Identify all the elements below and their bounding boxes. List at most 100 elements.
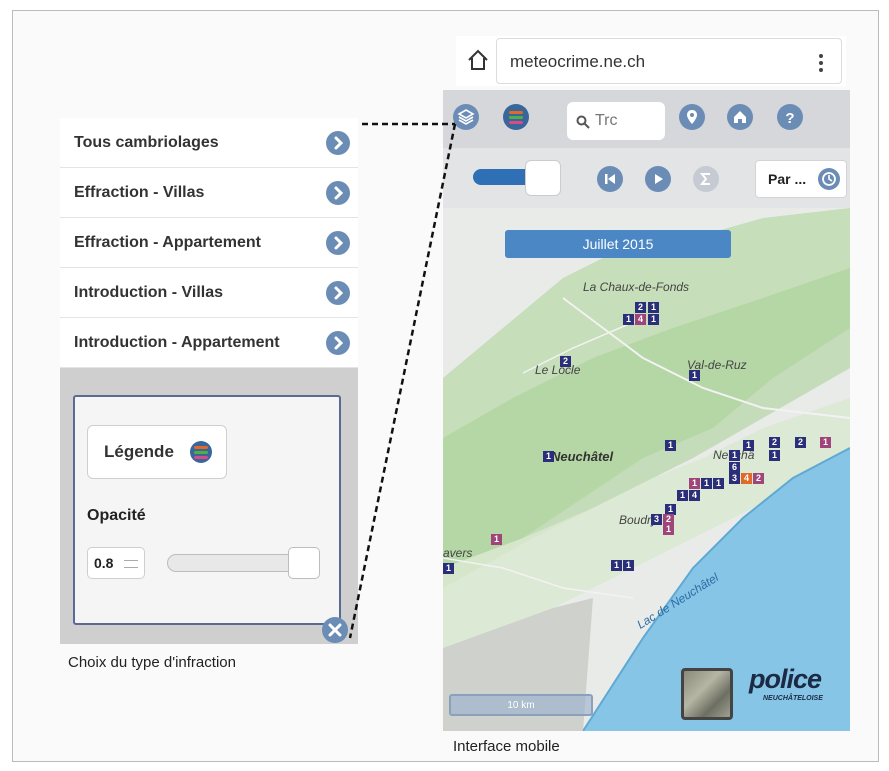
menu-item-label: Introduction - Villas (74, 283, 224, 301)
time-slider-thumb[interactable] (525, 160, 561, 196)
crime-count-marker[interactable]: 1 (623, 560, 634, 571)
crime-count-marker[interactable]: 4 (635, 314, 646, 325)
svg-text:?: ? (785, 110, 794, 127)
crime-count-marker[interactable]: 1 (491, 534, 502, 545)
caption-right: Interface mobile (453, 738, 560, 755)
crime-count-marker[interactable]: 2 (795, 437, 806, 448)
menu-item-label: Tous cambriolages (74, 133, 219, 151)
url-field[interactable]: meteocrime.ne.ch (496, 38, 842, 84)
crime-count-marker[interactable]: 1 (729, 450, 740, 461)
search-placeholder: Trc (595, 112, 618, 129)
crime-count-marker[interactable]: 6 (729, 462, 740, 473)
sum-button[interactable] (693, 166, 719, 192)
logo-text: police (749, 664, 822, 694)
chevron-right-icon[interactable] (326, 131, 350, 155)
close-button[interactable] (322, 617, 348, 643)
help-button[interactable]: ? (777, 104, 803, 130)
place-label: Le Locle (535, 363, 581, 377)
crime-count-marker[interactable]: 1 (677, 490, 688, 501)
crime-map[interactable]: Juillet 2015 La Chaux-de-Fonds Le Locle … (443, 208, 850, 731)
crime-count-marker[interactable]: 1 (665, 440, 676, 451)
crime-count-marker[interactable]: 1 (820, 437, 831, 448)
crime-count-marker[interactable]: 1 (743, 440, 754, 451)
legend-button[interactable]: Légende (87, 425, 227, 479)
legend-panel: Légende Opacité 0.8 (60, 368, 358, 644)
chevron-right-icon[interactable] (326, 181, 350, 205)
menu-item-introduction-villas[interactable]: Introduction - Villas (60, 268, 358, 318)
logo-subtext: NEUCHÂTELOISE (763, 695, 823, 702)
crime-count-marker[interactable]: 3 (729, 473, 740, 484)
skip-back-icon (605, 174, 615, 184)
legend-icon (190, 441, 212, 463)
opacity-slider[interactable] (167, 547, 320, 579)
crime-count-marker[interactable]: 2 (635, 302, 646, 313)
menu-item-introduction-appartement[interactable]: Introduction - Appartement (60, 318, 358, 368)
crime-count-marker[interactable]: 3 (651, 514, 662, 525)
clock-icon (818, 168, 840, 190)
menu-item-label: Introduction - Appartement (74, 333, 280, 351)
police-logo: police NEUCHÂTELOISE (749, 664, 849, 724)
top-toolbar: Trc ? (443, 90, 850, 148)
place-label: avers (443, 546, 473, 560)
search-input[interactable]: Trc (567, 102, 665, 140)
basemap-switch-button[interactable] (681, 668, 733, 720)
chevron-right-icon[interactable] (326, 281, 350, 305)
spinner-icon[interactable] (124, 560, 138, 568)
crime-count-marker[interactable]: 1 (648, 314, 659, 325)
crime-count-marker[interactable]: 1 (701, 478, 712, 489)
kebab-menu-icon[interactable] (819, 54, 823, 72)
chevron-right-icon[interactable] (326, 231, 350, 255)
opacity-value: 0.8 (94, 555, 114, 571)
crime-count-marker[interactable]: 1 (663, 524, 674, 535)
search-icon (576, 115, 590, 129)
crime-count-marker[interactable]: 2 (753, 473, 764, 484)
close-icon (328, 623, 342, 637)
crime-count-marker[interactable]: 1 (689, 478, 700, 489)
legend-icon (503, 104, 529, 130)
menu-item-effraction-appartement[interactable]: Effraction - Appartement (60, 218, 358, 268)
time-toolbar: Par ... (443, 148, 850, 208)
play-button[interactable] (645, 166, 671, 192)
menu-item-tous-cambriolages[interactable]: Tous cambriolages (60, 118, 358, 168)
crime-count-marker[interactable]: 1 (769, 450, 780, 461)
mobile-app: Trc ? Par ... Juillet 2015 La Chaux-de-F… (443, 90, 850, 731)
crime-count-marker[interactable]: 1 (543, 451, 554, 462)
period-button-label: Par ... (768, 171, 807, 187)
crime-count-marker[interactable]: 1 (689, 370, 700, 381)
crime-count-marker[interactable]: 1 (648, 302, 659, 313)
home-icon[interactable] (466, 48, 490, 72)
layers-icon (457, 109, 475, 125)
caption-left: Choix du type d'infraction (68, 654, 236, 671)
menu-item-label: Effraction - Villas (74, 183, 205, 201)
locate-button[interactable] (679, 104, 705, 130)
url-text: meteocrime.ne.ch (510, 52, 646, 71)
crime-count-marker[interactable]: 1 (713, 478, 724, 489)
crime-count-marker[interactable]: 2 (560, 356, 571, 367)
play-icon (655, 174, 663, 184)
legend-toggle-button[interactable] (503, 104, 529, 130)
scale-bar: 10 km (449, 694, 593, 716)
period-button[interactable]: Par ... (755, 160, 847, 198)
crime-count-marker[interactable]: 1 (623, 314, 634, 325)
place-label: La Chaux-de-Fonds (583, 280, 690, 294)
menu-item-label: Effraction - Appartement (74, 233, 261, 251)
crime-count-marker[interactable]: 4 (741, 473, 752, 484)
opacity-input[interactable]: 0.8 (87, 547, 145, 579)
skip-back-button[interactable] (597, 166, 623, 192)
layers-button[interactable] (453, 104, 479, 130)
home-button[interactable] (727, 104, 753, 130)
crime-count-marker[interactable]: 1 (443, 563, 454, 574)
opacity-slider-thumb[interactable] (288, 547, 320, 579)
crime-count-marker[interactable]: 1 (611, 560, 622, 571)
help-icon: ? (785, 110, 794, 127)
chevron-right-icon[interactable] (326, 331, 350, 355)
sum-icon (699, 173, 710, 185)
browser-url-bar: meteocrime.ne.ch (456, 36, 846, 86)
legend-button-label: Légende (104, 442, 174, 461)
legend-box: Légende Opacité 0.8 (73, 395, 341, 625)
date-badge: Juillet 2015 (505, 230, 731, 258)
crime-count-marker[interactable]: 2 (769, 437, 780, 448)
opacity-label: Opacité (87, 507, 146, 524)
crime-count-marker[interactable]: 4 (689, 490, 700, 501)
menu-item-effraction-villas[interactable]: Effraction - Villas (60, 168, 358, 218)
